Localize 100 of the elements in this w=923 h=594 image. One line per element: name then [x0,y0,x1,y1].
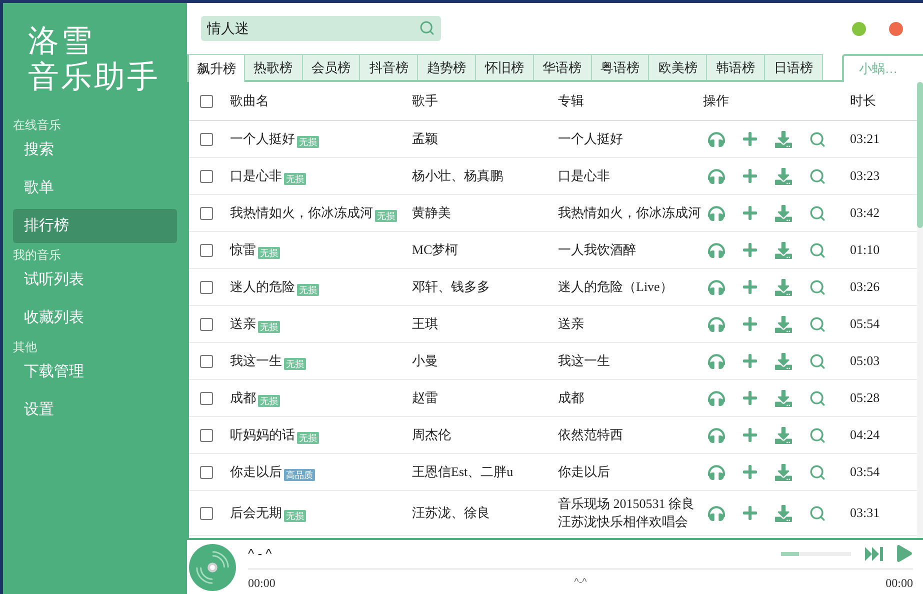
search-icon[interactable] [809,464,826,480]
search-icon[interactable] [809,426,826,444]
chart-tab[interactable]: 华语榜 [534,54,592,80]
lyric-line: ^-^ [574,576,587,590]
headphones-icon[interactable] [708,352,725,370]
quality-tag: 无损 [375,210,397,222]
chart-tab[interactable]: 韩语榜 [707,54,765,80]
chart-tab[interactable]: 热歌榜 [244,54,303,80]
chart-tab[interactable]: 粤语榜 [592,54,650,80]
chart-tab[interactable]: 趋势榜 [418,54,476,80]
plus-icon[interactable] [742,427,758,443]
headphones-icon[interactable] [708,464,725,480]
search-icon[interactable] [809,204,826,222]
chart-tab[interactable]: 日语榜 [764,54,823,80]
search-icon[interactable] [809,352,826,370]
song-title: 送亲 [230,315,256,334]
download-icon[interactable] [775,130,792,148]
chart-tab[interactable]: 抖音榜 [360,54,418,80]
headphones-icon[interactable] [708,130,725,148]
download-icon[interactable] [775,204,792,222]
song-title: 口是心非 [230,167,282,186]
search-icon[interactable] [809,390,826,406]
duration: 03:21 [850,130,880,148]
total-time: 00:00 [886,574,913,592]
duration: 03:31 [850,504,880,522]
chart-tab[interactable]: 欧美榜 [649,54,708,80]
headphones-icon[interactable] [708,316,725,332]
download-icon[interactable] [775,504,792,522]
download-icon[interactable] [775,242,792,258]
nav-item[interactable]: 排行榜 [13,209,177,243]
checkbox[interactable] [200,506,213,520]
headphones-icon[interactable] [708,278,725,296]
artist-name: 汪苏泷、徐良 [412,504,491,522]
search-icon[interactable] [809,242,826,258]
quality-tag: 高品质 [284,469,315,481]
disc-icon [189,544,236,590]
download-icon[interactable] [775,390,792,406]
download-icon[interactable] [775,464,792,480]
quality-tag: 无损 [297,284,319,296]
download-icon[interactable] [775,316,792,332]
checkbox[interactable] [200,206,213,220]
search-icon[interactable] [809,168,826,184]
chart-tab[interactable]: 会员榜 [302,54,360,80]
plus-icon[interactable] [742,279,758,295]
download-icon[interactable] [775,278,792,296]
artist-name: 赵雷 [412,389,439,408]
checkbox[interactable] [200,94,213,108]
checkbox[interactable] [200,280,213,294]
play-icon[interactable] [896,545,913,562]
song-title: 你走以后 [230,463,282,482]
album-name: 口是心非 [558,167,611,185]
chart-tab[interactable]: 怀旧榜 [476,54,534,80]
plus-icon[interactable] [742,316,758,332]
headphones-icon[interactable] [708,168,725,184]
search-field[interactable]: 情人迷 [201,16,441,41]
download-icon[interactable] [775,426,792,444]
song-title: 迷人的危险 [230,278,295,296]
artist-name: 黄静美 [412,204,452,222]
plus-icon[interactable] [742,131,758,147]
duration: 05:54 [850,315,880,334]
quality-tag: 无损 [297,136,319,148]
plus-icon[interactable] [742,205,758,221]
checkbox[interactable] [200,318,213,330]
search-icon[interactable] [809,130,826,148]
checkbox[interactable] [200,170,213,182]
plus-icon[interactable] [742,464,758,480]
artist-name: 王恩信Est、二胖u [412,463,514,482]
plus-icon[interactable] [742,242,758,258]
download-icon[interactable] [775,168,792,184]
headphones-icon[interactable] [708,242,725,258]
checkbox[interactable] [200,466,213,478]
song-title: 惊雷 [230,241,256,260]
column-header: 操作 [703,92,730,110]
checkbox[interactable] [200,428,213,442]
artist-name: 孟颖 [412,130,439,148]
download-icon[interactable] [775,352,792,370]
search-icon[interactable] [809,316,826,332]
chart-tab[interactable]: 飙升榜 [187,54,245,82]
plus-icon[interactable] [742,353,758,369]
search-icon[interactable] [419,20,435,36]
album-name: 一人我饮酒醉 [558,241,637,259]
checkbox[interactable] [200,392,213,404]
search-icon[interactable] [809,504,826,522]
skip-forward-icon[interactable] [865,546,884,560]
album-name: 迷人的危险（Live） [558,278,674,296]
plus-icon[interactable] [742,505,758,521]
checkbox[interactable] [200,244,213,256]
headphones-icon[interactable] [708,390,725,406]
plus-icon[interactable] [742,390,758,406]
plus-icon[interactable] [742,168,758,184]
duration: 04:24 [850,426,880,444]
checkbox[interactable] [200,132,213,146]
artist-name: 周杰伦 [412,426,452,444]
headphones-icon[interactable] [708,204,725,222]
song-title: 听妈妈的话 [230,426,295,444]
headphones-icon[interactable] [708,426,725,444]
headphones-icon[interactable] [708,504,725,522]
checkbox[interactable] [200,354,213,368]
search-icon[interactable] [809,278,826,296]
artist-name: 杨小壮、杨真鹏 [412,167,504,186]
